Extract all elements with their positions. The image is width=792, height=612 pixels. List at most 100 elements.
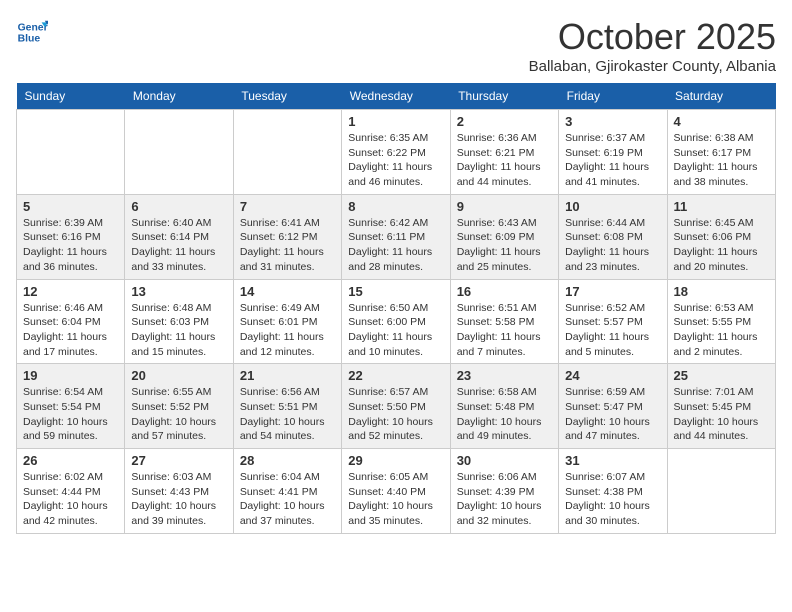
day-number: 13	[131, 284, 226, 299]
calendar-cell	[667, 449, 775, 534]
day-number: 22	[348, 368, 443, 383]
logo: General Blue	[16, 16, 48, 48]
day-number: 8	[348, 199, 443, 214]
day-number: 27	[131, 453, 226, 468]
weekday-header-sunday: Sunday	[17, 83, 125, 110]
day-number: 12	[23, 284, 118, 299]
day-number: 19	[23, 368, 118, 383]
day-info: Sunrise: 6:48 AMSunset: 6:03 PMDaylight:…	[131, 301, 226, 360]
title-section: October 2025 Ballaban, Gjirokaster Count…	[529, 16, 776, 75]
day-number: 18	[674, 284, 769, 299]
calendar-cell: 2Sunrise: 6:36 AMSunset: 6:21 PMDaylight…	[450, 110, 558, 195]
day-info: Sunrise: 6:58 AMSunset: 5:48 PMDaylight:…	[457, 385, 552, 444]
day-number: 16	[457, 284, 552, 299]
calendar-cell: 17Sunrise: 6:52 AMSunset: 5:57 PMDayligh…	[559, 279, 667, 364]
calendar-week-row: 12 Sunrise: 6:46 AMSunset: 6:04 PMDayligh…	[17, 279, 776, 364]
day-info: Sunrise: 6:02 AMSunset: 4:44 PMDaylight:…	[23, 470, 118, 529]
weekday-header-tuesday: Tuesday	[233, 83, 341, 110]
calendar-cell: 19 Sunrise: 6:54 AMSunset: 5:54 PMDayligh…	[17, 364, 125, 449]
day-info: Sunrise: 6:35 AMSunset: 6:22 PMDaylight:…	[348, 131, 443, 190]
calendar-cell: 28Sunrise: 6:04 AMSunset: 4:41 PMDayligh…	[233, 449, 341, 534]
calendar-cell: 22 Sunrise: 6:57 AMSunset: 5:50 PMDayligh…	[342, 364, 450, 449]
day-info: Sunrise: 6:59 AMSunset: 5:47 PMDaylight:…	[565, 385, 660, 444]
day-info: Sunrise: 6:49 AMSunset: 6:01 PMDaylight:…	[240, 301, 335, 360]
weekday-header-saturday: Saturday	[667, 83, 775, 110]
calendar-cell	[17, 110, 125, 195]
day-number: 14	[240, 284, 335, 299]
day-number: 9	[457, 199, 552, 214]
day-info: Sunrise: 6:43 AMSunset: 6:09 PMDaylight:…	[457, 216, 552, 275]
day-info: Sunrise: 6:05 AMSunset: 4:40 PMDaylight:…	[348, 470, 443, 529]
day-number: 5	[23, 199, 118, 214]
weekday-header-wednesday: Wednesday	[342, 83, 450, 110]
day-number: 23	[457, 368, 552, 383]
calendar-cell: 11Sunrise: 6:45 AMSunset: 6:06 PMDayligh…	[667, 194, 775, 279]
calendar-week-row: 19 Sunrise: 6:54 AMSunset: 5:54 PMDayligh…	[17, 364, 776, 449]
calendar-cell: 23 Sunrise: 6:58 AMSunset: 5:48 PMDayligh…	[450, 364, 558, 449]
day-info: Sunrise: 6:52 AMSunset: 5:57 PMDaylight:…	[565, 301, 660, 360]
day-number: 25	[674, 368, 769, 383]
calendar-cell: 9 Sunrise: 6:43 AMSunset: 6:09 PMDaylight…	[450, 194, 558, 279]
day-number: 1	[348, 114, 443, 129]
calendar-week-row: 1 Sunrise: 6:35 AMSunset: 6:22 PMDaylight…	[17, 110, 776, 195]
day-info: Sunrise: 6:53 AMSunset: 5:55 PMDaylight:…	[674, 301, 769, 360]
calendar-week-row: 5 Sunrise: 6:39 AMSunset: 6:16 PMDaylight…	[17, 194, 776, 279]
day-info: Sunrise: 6:38 AMSunset: 6:17 PMDaylight:…	[674, 131, 769, 190]
calendar-cell: 30Sunrise: 6:06 AMSunset: 4:39 PMDayligh…	[450, 449, 558, 534]
day-info: Sunrise: 6:54 AMSunset: 5:54 PMDaylight:…	[23, 385, 118, 444]
location-subtitle: Ballaban, Gjirokaster County, Albania	[529, 58, 776, 75]
day-info: Sunrise: 6:44 AMSunset: 6:08 PMDaylight:…	[565, 216, 660, 275]
calendar-cell: 21 Sunrise: 6:56 AMSunset: 5:51 PMDayligh…	[233, 364, 341, 449]
day-info: Sunrise: 6:45 AMSunset: 6:06 PMDaylight:…	[674, 216, 769, 275]
calendar-cell: 3 Sunrise: 6:37 AMSunset: 6:19 PMDaylight…	[559, 110, 667, 195]
day-info: Sunrise: 6:39 AMSunset: 6:16 PMDaylight:…	[23, 216, 118, 275]
day-number: 20	[131, 368, 226, 383]
day-info: Sunrise: 6:57 AMSunset: 5:50 PMDaylight:…	[348, 385, 443, 444]
day-number: 3	[565, 114, 660, 129]
weekday-header-monday: Monday	[125, 83, 233, 110]
day-info: Sunrise: 6:37 AMSunset: 6:19 PMDaylight:…	[565, 131, 660, 190]
day-number: 24	[565, 368, 660, 383]
day-info: Sunrise: 7:01 AMSunset: 5:45 PMDaylight:…	[674, 385, 769, 444]
svg-text:Blue: Blue	[18, 34, 41, 45]
weekday-header-thursday: Thursday	[450, 83, 558, 110]
day-number: 2	[457, 114, 552, 129]
calendar-cell: 20 Sunrise: 6:55 AMSunset: 5:52 PMDayligh…	[125, 364, 233, 449]
calendar-cell: 15 Sunrise: 6:50 AMSunset: 6:00 PMDayligh…	[342, 279, 450, 364]
day-info: Sunrise: 6:46 AMSunset: 6:04 PMDaylight:…	[23, 301, 118, 360]
weekday-header-friday: Friday	[559, 83, 667, 110]
calendar-cell	[125, 110, 233, 195]
calendar-cell: 14 Sunrise: 6:49 AMSunset: 6:01 PMDayligh…	[233, 279, 341, 364]
day-number: 30	[457, 453, 552, 468]
calendar-cell: 7Sunrise: 6:41 AMSunset: 6:12 PMDaylight…	[233, 194, 341, 279]
calendar-cell: 4 Sunrise: 6:38 AMSunset: 6:17 PMDaylight…	[667, 110, 775, 195]
day-info: Sunrise: 6:55 AMSunset: 5:52 PMDaylight:…	[131, 385, 226, 444]
day-number: 28	[240, 453, 335, 468]
calendar-cell: 29Sunrise: 6:05 AMSunset: 4:40 PMDayligh…	[342, 449, 450, 534]
day-info: Sunrise: 6:41 AMSunset: 6:12 PMDaylight:…	[240, 216, 335, 275]
day-number: 26	[23, 453, 118, 468]
day-info: Sunrise: 6:07 AMSunset: 4:38 PMDaylight:…	[565, 470, 660, 529]
calendar-cell: 31 Sunrise: 6:07 AMSunset: 4:38 PMDayligh…	[559, 449, 667, 534]
day-number: 31	[565, 453, 660, 468]
day-number: 21	[240, 368, 335, 383]
day-info: Sunrise: 6:56 AMSunset: 5:51 PMDaylight:…	[240, 385, 335, 444]
calendar-week-row: 26 Sunrise: 6:02 AMSunset: 4:44 PMDayligh…	[17, 449, 776, 534]
day-number: 15	[348, 284, 443, 299]
calendar-cell: 16 Sunrise: 6:51 AMSunset: 5:58 PMDayligh…	[450, 279, 558, 364]
logo-icon: General Blue	[16, 16, 48, 48]
day-info: Sunrise: 6:42 AMSunset: 6:11 PMDaylight:…	[348, 216, 443, 275]
calendar-cell: 18 Sunrise: 6:53 AMSunset: 5:55 PMDayligh…	[667, 279, 775, 364]
day-number: 4	[674, 114, 769, 129]
page-header: General Blue October 2025 Ballaban, Gjir…	[16, 16, 776, 75]
day-info: Sunrise: 6:50 AMSunset: 6:00 PMDaylight:…	[348, 301, 443, 360]
calendar-cell: 6Sunrise: 6:40 AMSunset: 6:14 PMDaylight…	[125, 194, 233, 279]
day-info: Sunrise: 6:40 AMSunset: 6:14 PMDaylight:…	[131, 216, 226, 275]
calendar-cell: 26 Sunrise: 6:02 AMSunset: 4:44 PMDayligh…	[17, 449, 125, 534]
calendar-table: SundayMondayTuesdayWednesdayThursdayFrid…	[16, 83, 776, 534]
day-info: Sunrise: 6:51 AMSunset: 5:58 PMDaylight:…	[457, 301, 552, 360]
calendar-cell: 25 Sunrise: 7:01 AMSunset: 5:45 PMDayligh…	[667, 364, 775, 449]
month-title: October 2025	[529, 16, 776, 58]
calendar-cell: 13 Sunrise: 6:48 AMSunset: 6:03 PMDayligh…	[125, 279, 233, 364]
calendar-cell: 10Sunrise: 6:44 AMSunset: 6:08 PMDayligh…	[559, 194, 667, 279]
